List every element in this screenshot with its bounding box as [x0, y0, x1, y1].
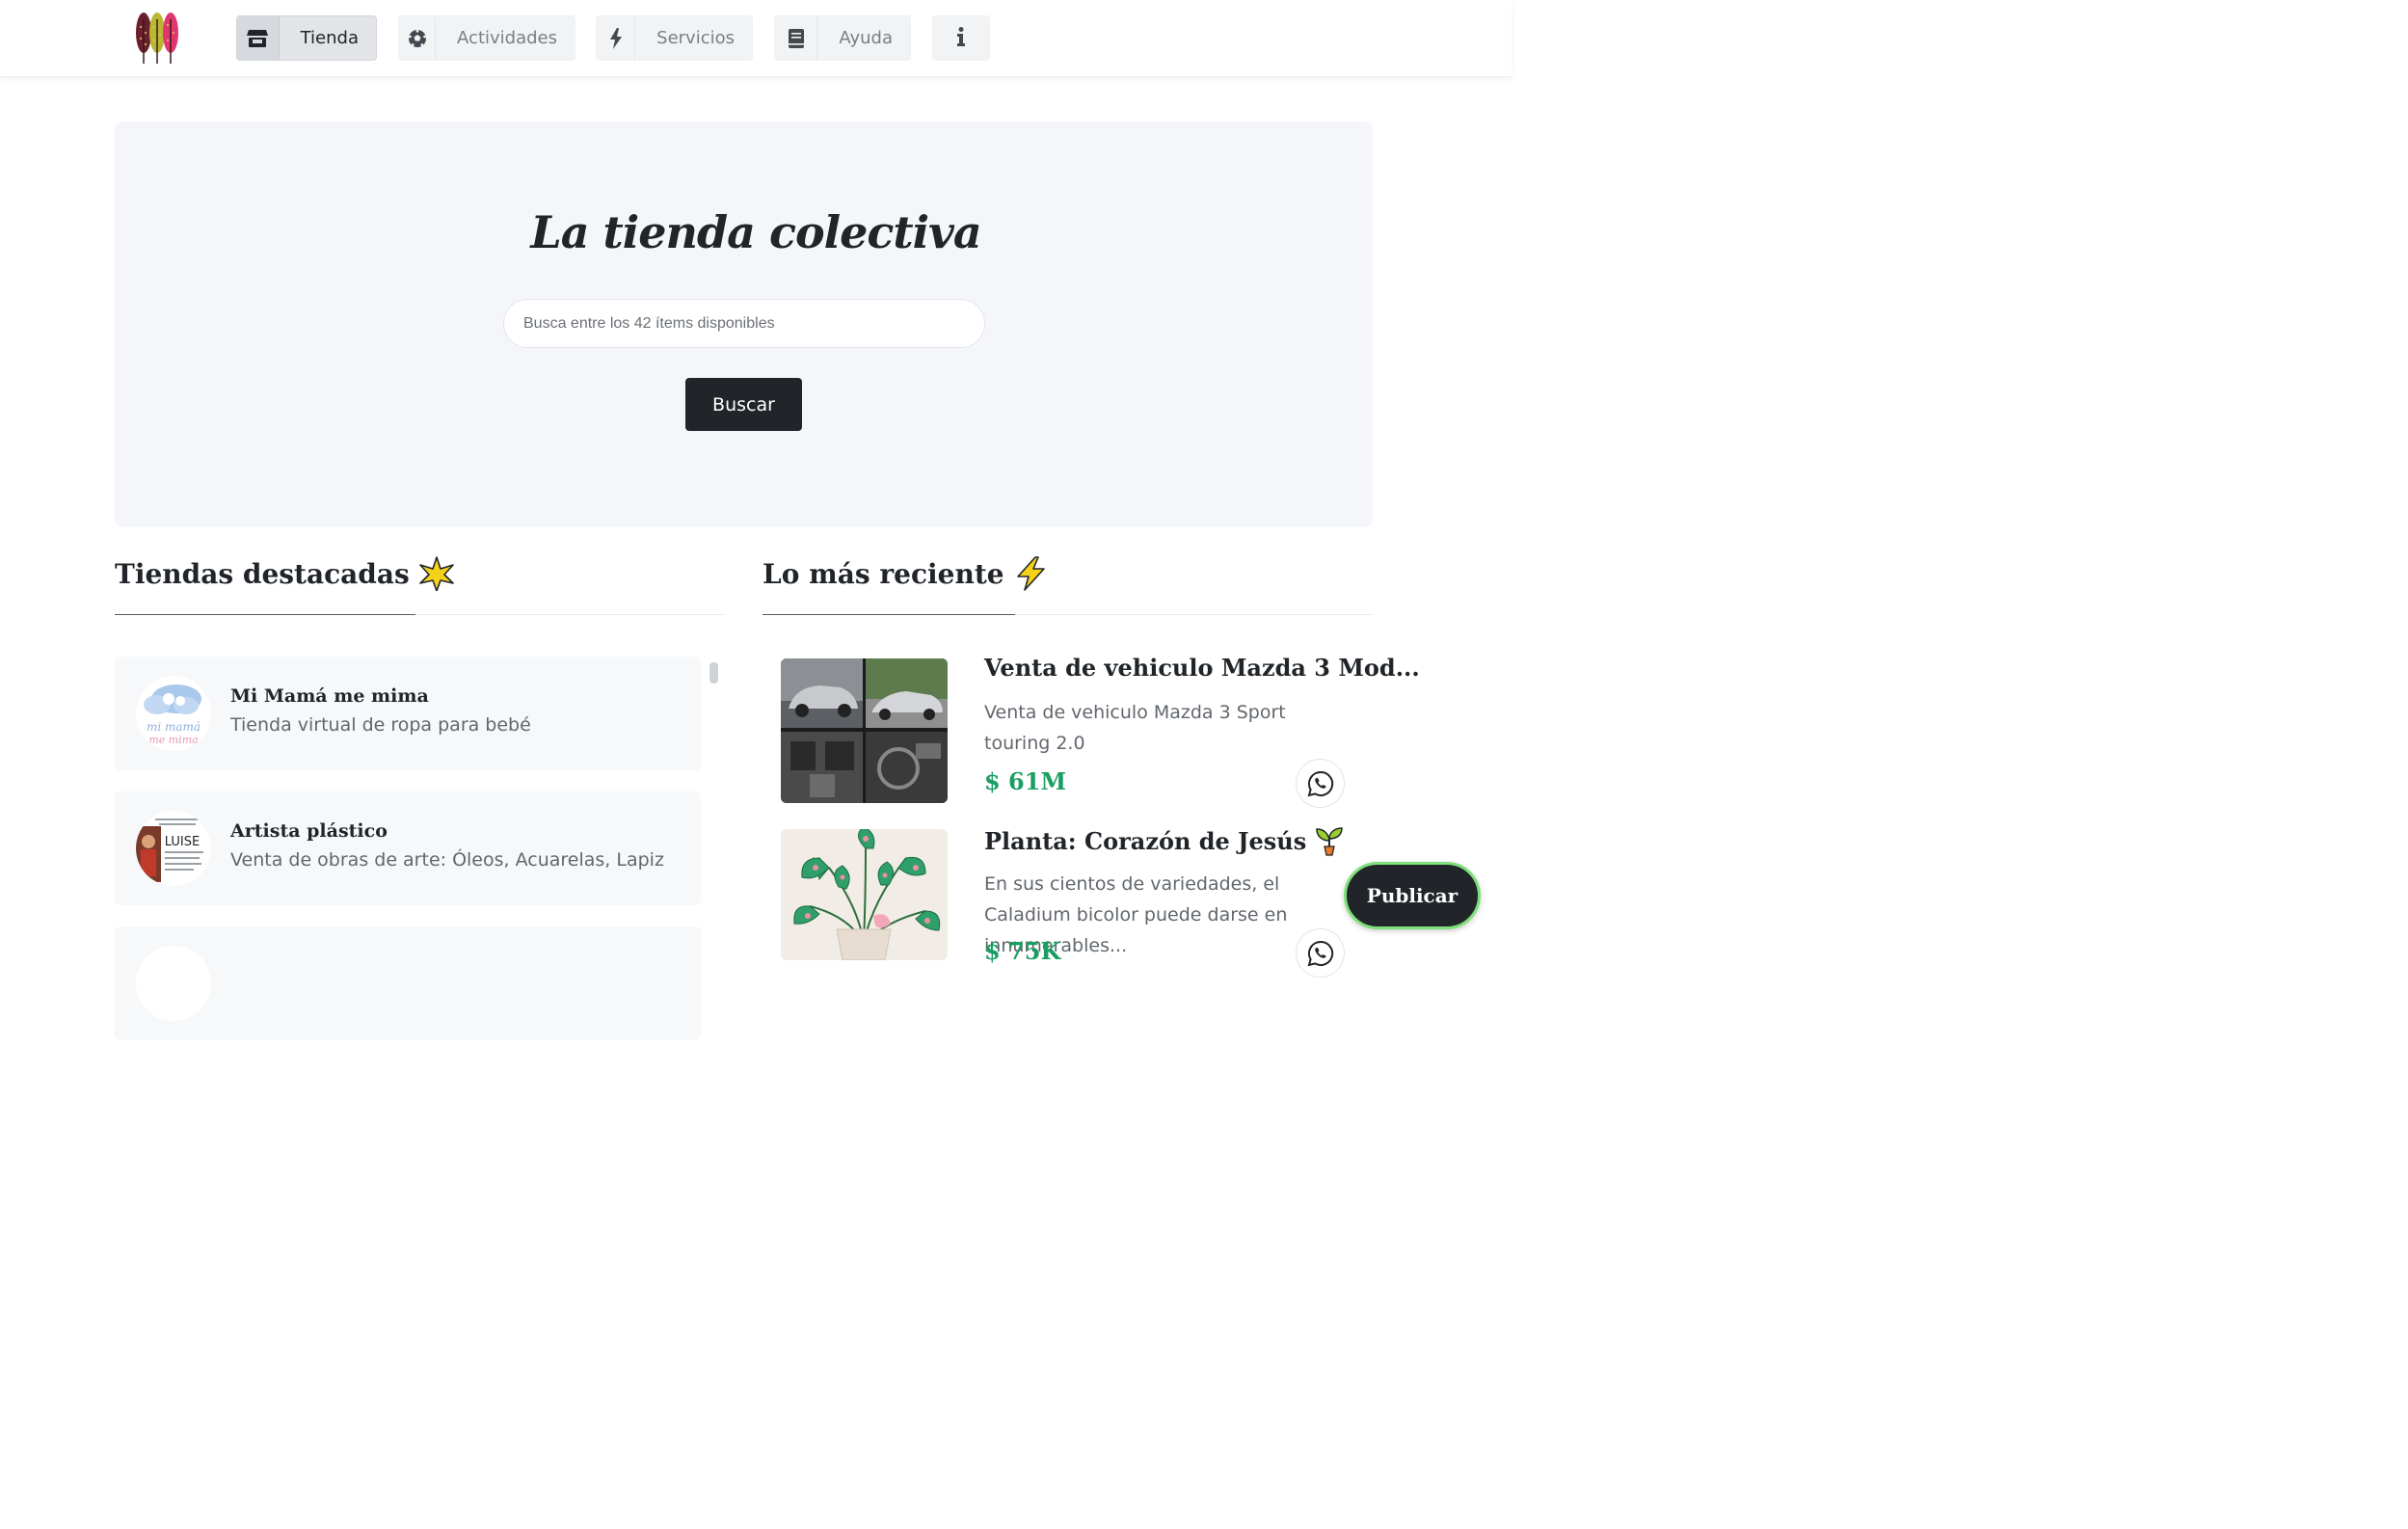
whatsapp-icon	[1307, 940, 1333, 966]
item-price: $ 61M	[984, 767, 1067, 795]
store-icon	[237, 16, 280, 60]
item-title-text: Venta de vehiculo Mazda 3 Mod...	[984, 654, 1420, 682]
sprout-icon	[1316, 827, 1344, 856]
item-image-plant[interactable]	[781, 829, 948, 960]
svg-text:LUISE: LUISE	[165, 835, 200, 849]
nav-label: Ayuda	[839, 28, 893, 48]
recent-title: Lo más reciente	[763, 557, 1004, 590]
search-input[interactable]	[503, 299, 985, 348]
page-title: La tienda colectiva	[530, 206, 981, 258]
recent-heading: Lo más reciente	[763, 556, 1047, 591]
item-description: Venta de vehiculo Mazda 3 Sport touring …	[984, 702, 1286, 754]
store-avatar-logo	[136, 946, 211, 1021]
store-avatar-logo: LUISE	[136, 811, 211, 886]
publish-button[interactable]: Publicar	[1344, 862, 1481, 929]
nav-label: Tienda	[300, 28, 359, 48]
whatsapp-button[interactable]	[1296, 928, 1345, 978]
store-card-partial[interactable]	[115, 926, 701, 1040]
info-icon	[956, 26, 966, 50]
nav-info[interactable]	[932, 15, 990, 61]
featured-stores-heading: Tiendas destacadas	[115, 556, 454, 591]
nav-label: Servicios	[656, 28, 735, 48]
store-card[interactable]: mi mamá me mima Mi Mamá me mima Tienda v…	[115, 657, 701, 770]
nav-actividades[interactable]: Actividades	[398, 15, 575, 61]
whatsapp-button[interactable]	[1296, 759, 1345, 808]
store-name: Artista plástico	[230, 820, 388, 842]
item-price: $ 75K	[984, 937, 1061, 965]
store-description: Tienda virtual de ropa para bebé	[230, 714, 531, 736]
store-name: Mi Mamá me mima	[230, 685, 429, 707]
search-button[interactable]: Buscar	[685, 378, 802, 431]
store-card[interactable]: LUISE Artista plástico Venta de obras de…	[115, 791, 701, 905]
svg-text:mi mamá: mi mamá	[147, 720, 201, 734]
nav-ayuda[interactable]: Ayuda	[774, 15, 911, 61]
top-navbar: Tienda Actividades Servicios Ayuda	[0, 0, 1512, 77]
item-image-car[interactable]	[781, 658, 948, 803]
nav-tienda[interactable]: Tienda	[236, 15, 377, 61]
featured-stores-title: Tiendas destacadas	[115, 557, 410, 590]
nav-label: Actividades	[457, 28, 557, 48]
item-title[interactable]: Venta de vehiculo Mazda 3 Mod...	[984, 654, 1420, 682]
store-description: Venta de obras de arte: Óleos, Acuarelas…	[230, 849, 664, 871]
soccer-ball-icon	[399, 16, 437, 60]
store-avatar-logo: mi mamá me mima	[136, 676, 211, 751]
item-title[interactable]: Planta: Corazón de Jesús	[984, 825, 1345, 856]
lightning-icon	[1016, 556, 1045, 591]
item-title-text: Planta: Corazón de Jesús	[984, 826, 1307, 855]
nav-servicios[interactable]: Servicios	[596, 15, 753, 61]
logo-icon[interactable]	[133, 10, 181, 66]
featured-divider	[115, 614, 725, 615]
stores-scrollbar[interactable]	[709, 662, 718, 684]
book-icon	[775, 16, 818, 60]
recent-divider	[763, 614, 1373, 615]
whatsapp-icon	[1307, 770, 1333, 796]
star-icon	[418, 556, 454, 591]
svg-text:me mima: me mima	[148, 734, 198, 746]
lightning-icon	[597, 16, 636, 60]
